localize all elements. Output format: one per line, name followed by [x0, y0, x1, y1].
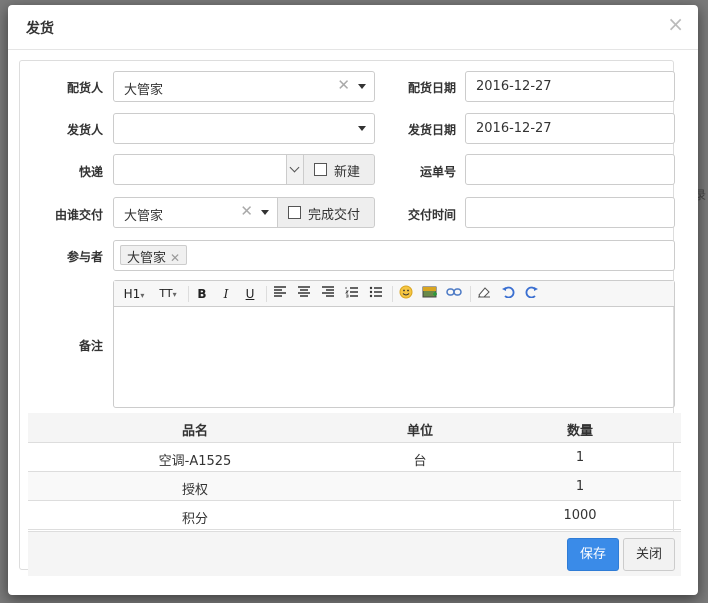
column-header-qty: 数量 — [566, 424, 593, 439]
close-icon[interactable]: × — [667, 14, 684, 34]
column-header-unit: 单位 — [406, 424, 433, 439]
redo-icon[interactable] — [524, 285, 540, 303]
cell-name: 授权 — [181, 483, 208, 498]
new-checkbox[interactable] — [314, 163, 327, 176]
cell-name: 空调-A1525 — [158, 454, 232, 469]
link-icon[interactable] — [446, 285, 462, 303]
label-ship-date: 发货日期 — [407, 123, 456, 137]
delivered-by-value: 大管家 — [124, 209, 164, 224]
label-distribute-date: 配货日期 — [407, 81, 456, 95]
label-delivery-time: 交付时间 — [407, 208, 456, 222]
chevron-down-icon — [289, 162, 300, 173]
editor-toolbar: H1▾ TT▾ B I U — [114, 281, 674, 307]
ship-date-input[interactable]: 2016-12-27 — [465, 113, 675, 144]
distribute-date-input[interactable]: 2016-12-27 — [465, 71, 675, 102]
label-shipper: 发货人 — [66, 123, 103, 137]
express-select[interactable] — [113, 154, 304, 185]
toolbar-divider — [188, 286, 189, 302]
heading-label: H1 — [123, 287, 141, 301]
label-participants: 参与者 — [66, 250, 103, 264]
save-button[interactable]: 保存 — [567, 538, 619, 571]
align-right-icon[interactable] — [320, 285, 336, 303]
participant-tag-label: 大管家 — [127, 251, 167, 266]
align-left-icon[interactable] — [272, 285, 288, 303]
undo-icon[interactable] — [500, 285, 516, 303]
italic-button[interactable]: I — [218, 285, 234, 303]
cell-unit: 台 — [413, 454, 427, 469]
cell-name: 积分 — [181, 512, 208, 527]
new-express-toggle[interactable]: 新建 — [304, 154, 375, 185]
label-notes: 备注 — [78, 339, 103, 353]
ship-date-value: 2016-12-27 — [476, 121, 552, 136]
caret-down-icon: ▾ — [172, 290, 177, 299]
caret-down-icon[interactable] — [358, 126, 366, 131]
complete-delivery-checkbox[interactable] — [288, 206, 301, 219]
eraser-icon[interactable] — [476, 285, 492, 303]
table-row: 空调-A1525 台 1 — [28, 443, 681, 472]
dialog-footer: 保存 关闭 — [28, 531, 681, 576]
table-header: 品名 单位 数量 — [28, 413, 681, 443]
bold-button[interactable]: B — [194, 285, 210, 303]
delivered-by-select[interactable]: 大管家 ✕ — [113, 197, 278, 228]
shipper-select[interactable] — [113, 113, 375, 144]
cell-qty: 1 — [575, 479, 585, 494]
font-size-button[interactable]: TT▾ — [155, 285, 181, 303]
toolbar-divider — [470, 286, 471, 302]
distributor-select[interactable]: 大管家 ✕ — [113, 71, 375, 102]
notes-editor[interactable]: H1▾ TT▾ B I U — [113, 280, 675, 408]
complete-delivery-label: 完成交付 — [308, 208, 361, 223]
cell-qty: 1000 — [563, 508, 597, 523]
underline-button[interactable]: U — [242, 285, 258, 303]
ordered-list-icon[interactable] — [344, 285, 360, 303]
close-button[interactable]: 关闭 — [623, 538, 675, 571]
label-distributor: 配货人 — [66, 81, 103, 95]
clear-icon[interactable]: ✕ — [240, 204, 253, 219]
column-header-name: 品名 — [181, 424, 208, 439]
label-delivered-by: 由谁交付 — [54, 208, 103, 222]
dialog-header: 发货 × — [8, 5, 698, 50]
complete-delivery-toggle[interactable]: 完成交付 — [278, 197, 375, 228]
heading-button[interactable]: H1▾ — [121, 285, 147, 303]
table-row: 授权 1 — [28, 472, 681, 501]
label-express: 快递 — [78, 165, 103, 179]
dropdown-arrow[interactable] — [286, 155, 303, 184]
caret-down-icon[interactable] — [261, 210, 269, 215]
toolbar-divider — [392, 286, 393, 302]
image-icon[interactable] — [422, 285, 438, 303]
remove-tag-icon[interactable]: ✕ — [170, 251, 180, 265]
table-row: 积分 1000 — [28, 501, 681, 530]
clear-icon[interactable]: ✕ — [337, 78, 350, 93]
new-label: 新建 — [334, 165, 361, 180]
align-center-icon[interactable] — [296, 285, 312, 303]
toolbar-divider — [266, 286, 267, 302]
label-tracking-no: 运单号 — [419, 165, 456, 179]
caret-down-icon[interactable] — [358, 84, 366, 89]
cell-qty: 1 — [575, 450, 585, 465]
participants-input[interactable]: 大管家 ✕ — [113, 240, 675, 271]
caret-down-icon: ▾ — [140, 291, 145, 300]
distributor-value: 大管家 — [124, 83, 164, 98]
dialog-title: 发货 — [26, 21, 54, 37]
unordered-list-icon[interactable] — [368, 285, 384, 303]
font-size-label: TT — [159, 287, 173, 300]
delivery-time-input[interactable] — [465, 197, 675, 228]
tracking-no-input[interactable] — [465, 154, 675, 185]
participant-tag: 大管家 ✕ — [120, 245, 188, 266]
emoji-icon[interactable] — [398, 285, 414, 303]
distribute-date-value: 2016-12-27 — [476, 79, 552, 94]
